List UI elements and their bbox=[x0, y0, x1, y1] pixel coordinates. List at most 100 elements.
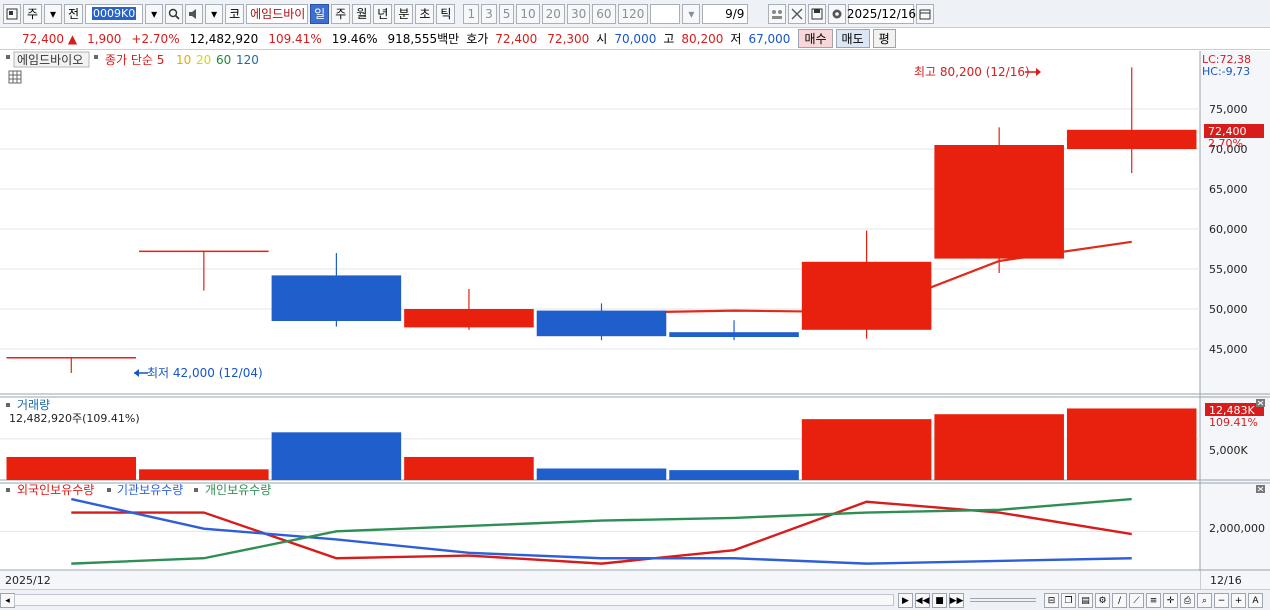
interval-3-button[interactable]: 3 bbox=[481, 3, 497, 24]
candle-body bbox=[1066, 129, 1197, 149]
ma-legend-10[interactable]: 10 bbox=[176, 53, 191, 67]
volume-close-icon[interactable] bbox=[1256, 399, 1265, 407]
chart-settings-icon[interactable] bbox=[3, 3, 21, 24]
volume-bar bbox=[271, 432, 402, 480]
ma-legend-60[interactable]: 60 bbox=[216, 53, 231, 67]
market-type-label: 주 bbox=[27, 7, 39, 21]
indicator-icon[interactable]: ⚙ bbox=[1095, 593, 1110, 608]
font-size-icon[interactable]: A bbox=[1248, 593, 1263, 608]
period-tick-tab[interactable]: 틱 bbox=[436, 3, 456, 24]
volume-title[interactable]: 거래량 bbox=[17, 398, 50, 412]
scroll-left-icon[interactable]: ◂ bbox=[0, 593, 15, 608]
price-change-pct: +2.70% bbox=[131, 31, 180, 46]
price-tick-label: 50,000 bbox=[1209, 303, 1248, 316]
interval-dropdown-icon[interactable]: ▾ bbox=[682, 3, 701, 24]
magnify-icon[interactable]: ⌕ bbox=[1197, 593, 1212, 608]
ma-legend-20[interactable]: 20 bbox=[196, 53, 211, 67]
ma-legend-120[interactable]: 120 bbox=[236, 53, 259, 67]
interval-10-button[interactable]: 10 bbox=[516, 3, 540, 24]
copy-icon[interactable]: ❐ bbox=[1061, 593, 1076, 608]
plus-icon[interactable]: + bbox=[1231, 593, 1246, 608]
interval-120-button[interactable]: 120 bbox=[617, 3, 649, 24]
holding-handle-icon[interactable] bbox=[6, 488, 10, 492]
rewind-icon[interactable]: ◀◀ bbox=[915, 593, 930, 608]
line-tool-icon[interactable]: ∕ bbox=[1112, 593, 1127, 608]
interval-5-button[interactable]: 5 bbox=[498, 3, 515, 24]
page-count-display[interactable]: 9/9 bbox=[702, 3, 749, 24]
period-day-tab[interactable]: 일 bbox=[310, 3, 330, 24]
legend-inst-handle-icon bbox=[107, 488, 111, 492]
interval-1-button[interactable]: 1 bbox=[463, 3, 480, 24]
interval-30-button[interactable]: 30 bbox=[566, 3, 591, 24]
volume-value: 12,482,920 bbox=[189, 31, 259, 46]
zoom-slider[interactable] bbox=[970, 598, 1036, 602]
interval-custom-input[interactable] bbox=[650, 3, 681, 24]
period-minute-label: 분 bbox=[398, 7, 410, 21]
candle-body bbox=[404, 309, 534, 328]
volume-tag-pct: 109.41% bbox=[1209, 416, 1258, 429]
drawing-tool-icon[interactable] bbox=[788, 3, 807, 24]
legend-foreign[interactable]: 외국인보유수량 bbox=[17, 483, 94, 497]
fib-tool-icon[interactable]: ≡ bbox=[1146, 593, 1161, 608]
interval-1-label: 1 bbox=[467, 6, 476, 21]
interval-3-label: 3 bbox=[485, 6, 493, 21]
volume-bar bbox=[139, 469, 269, 480]
minus-icon[interactable]: − bbox=[1214, 593, 1229, 608]
save-icon[interactable] bbox=[808, 3, 827, 24]
chart-svg[interactable]: 45,00050,00055,00060,00065,00070,00075,0… bbox=[0, 51, 1270, 591]
stock-prefix-button[interactable]: 코 bbox=[225, 3, 245, 24]
interval-20-label: 20 bbox=[545, 6, 561, 21]
fast-forward-icon[interactable]: ▶▶ bbox=[949, 593, 964, 608]
trend-tool-icon[interactable]: ⟋ bbox=[1129, 593, 1144, 608]
prev-button[interactable]: 전 bbox=[64, 3, 84, 24]
interval-120-label: 120 bbox=[621, 6, 645, 21]
period-month-tab[interactable]: 월 bbox=[352, 3, 372, 24]
max-annotation: 최고 80,200 (12/16) bbox=[914, 65, 1030, 79]
stock-name-display: 에임드바이 bbox=[246, 3, 309, 24]
period-week-tab[interactable]: 주 bbox=[331, 3, 351, 24]
ma-handle-icon[interactable] bbox=[94, 55, 98, 59]
interval-60-button[interactable]: 60 bbox=[592, 3, 616, 24]
search-icon[interactable] bbox=[165, 3, 184, 24]
interval-20-button[interactable]: 20 bbox=[541, 3, 565, 24]
volume-subtitle: 12,482,920주(109.41%) bbox=[9, 412, 140, 425]
play-icon[interactable]: ▶ bbox=[898, 593, 913, 608]
period-year-tab[interactable]: 년 bbox=[373, 3, 393, 24]
print-icon[interactable]: ⎙ bbox=[1180, 593, 1195, 608]
average-label: 평 bbox=[878, 32, 890, 46]
grid-toggle-icon[interactable] bbox=[8, 70, 22, 84]
zoom-out-icon[interactable]: ⊟ bbox=[1044, 593, 1059, 608]
speaker-icon[interactable] bbox=[185, 3, 204, 24]
cross-tool-icon[interactable]: ✛ bbox=[1163, 593, 1178, 608]
stock-code-dropdown-icon[interactable]: ▾ bbox=[145, 3, 164, 24]
calendar-icon[interactable] bbox=[916, 3, 935, 24]
speaker-dropdown-icon[interactable]: ▾ bbox=[205, 3, 224, 24]
average-button[interactable]: 평 bbox=[872, 29, 896, 48]
holding-close-icon[interactable] bbox=[1256, 485, 1265, 493]
layout-icon[interactable]: ▤ bbox=[1078, 593, 1093, 608]
price-tick-label: 60,000 bbox=[1209, 223, 1248, 236]
volume-bar bbox=[1066, 408, 1197, 480]
scroll-track[interactable] bbox=[14, 594, 894, 606]
ma-legend-5[interactable]: 종가 단순 5 bbox=[105, 53, 164, 67]
volume-bar bbox=[669, 470, 799, 480]
stop-icon[interactable]: ■ bbox=[932, 593, 947, 608]
volume-bar bbox=[6, 456, 137, 480]
pane-handle-icon[interactable] bbox=[6, 55, 10, 59]
gear-icon[interactable] bbox=[828, 3, 847, 24]
sell-button[interactable]: 매도 bbox=[835, 29, 870, 48]
volume-handle-icon[interactable] bbox=[6, 403, 10, 407]
date-input[interactable]: 2025/12/16 bbox=[846, 3, 917, 24]
quote-bar: 72,400 ▲ 1,900 +2.70% 12,482,920 109.41%… bbox=[0, 28, 1270, 50]
legend-institution[interactable]: 기관보유수량 bbox=[117, 483, 183, 497]
market-type-dropdown-icon[interactable]: ▾ bbox=[44, 3, 63, 24]
buy-button[interactable]: 매수 bbox=[798, 29, 833, 48]
price-change: 1,900 bbox=[87, 31, 122, 46]
period-second-tab[interactable]: 초 bbox=[415, 3, 435, 24]
compare-icon[interactable] bbox=[768, 3, 787, 24]
period-minute-tab[interactable]: 분 bbox=[394, 3, 414, 24]
market-type-select[interactable]: 주 bbox=[23, 3, 43, 24]
date-value: 2025/12/16 bbox=[846, 6, 917, 21]
legend-individual[interactable]: 개인보유수량 bbox=[205, 483, 271, 497]
stock-code-input[interactable]: 0009K0 bbox=[85, 3, 144, 24]
